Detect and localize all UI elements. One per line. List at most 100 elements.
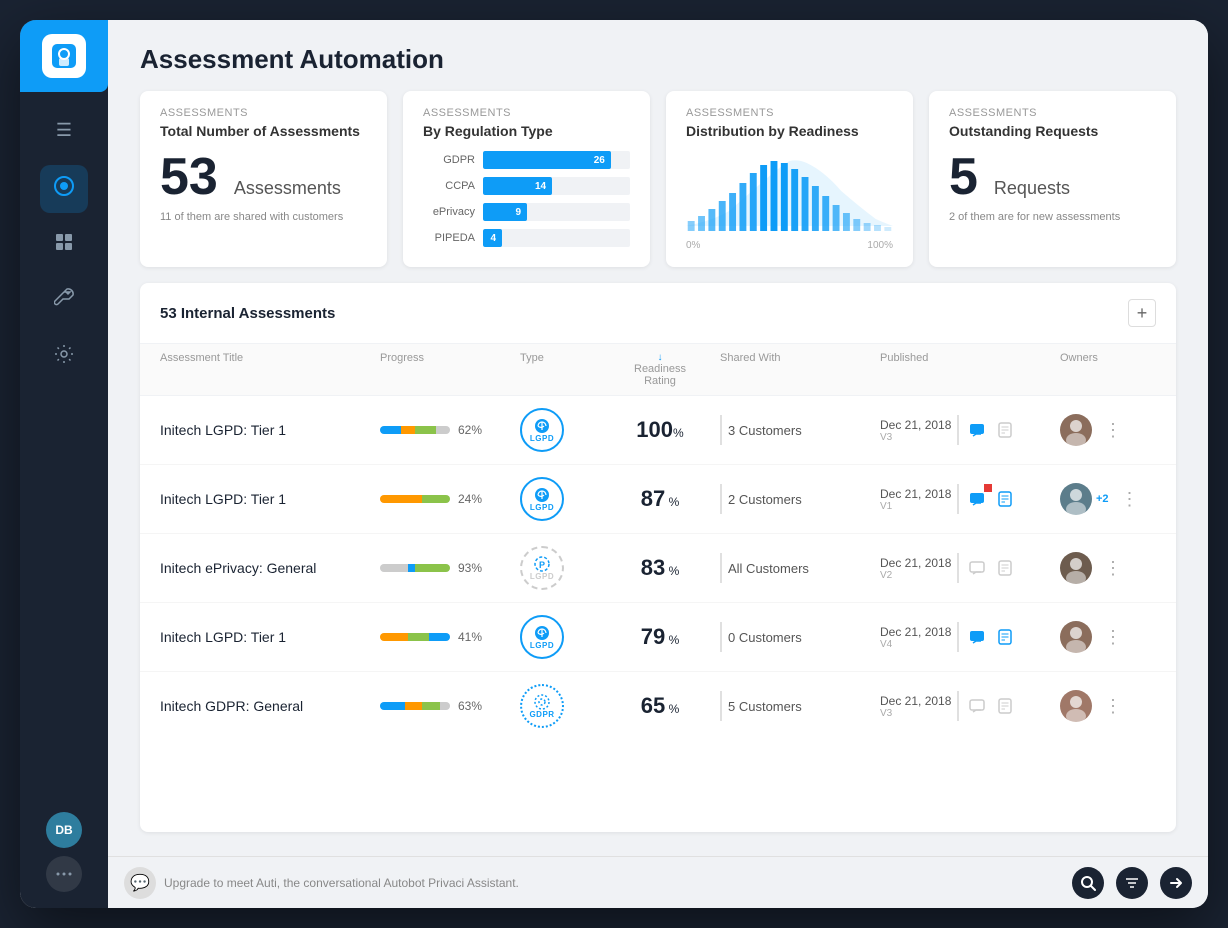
doc-icon-2[interactable] <box>993 487 1017 511</box>
row-4-readiness: 79 % <box>600 624 720 650</box>
user-avatar[interactable]: DB <box>46 812 82 848</box>
row-4-owners: ⋮ <box>1060 621 1176 653</box>
row-3-progress: 93% <box>380 561 520 575</box>
row-2-title: Initech LGPD: Tier 1 <box>160 491 380 507</box>
doc-icon-5[interactable] <box>993 694 1017 718</box>
row-2-menu[interactable]: ⋮ <box>1113 485 1147 514</box>
row-5-readiness: 65 % <box>600 693 720 719</box>
top-bar: Assessment Automation <box>108 20 1208 91</box>
chat-icon-3[interactable] <box>965 556 989 580</box>
total-sub: 11 of them are shared with customers <box>160 211 367 223</box>
col-readiness: ↓ Readiness Rating <box>600 352 720 387</box>
stat-title-total: Total Number of Assessments <box>160 123 367 139</box>
row-4-progress: 41% <box>380 630 520 644</box>
stat-title-reg: By Regulation Type <box>423 123 630 139</box>
settings-icon <box>54 344 74 370</box>
row-3-published: Dec 21, 2018 V2 <box>880 553 1060 583</box>
total-unit: Assessments <box>234 178 341 199</box>
bar-gdpr: GDPR 26 <box>423 151 630 169</box>
logo-icon <box>42 34 86 78</box>
row-2-shared: 2 Customers <box>720 484 880 514</box>
row-2-type: LGPD <box>520 477 564 521</box>
col-shared-with: Shared With <box>720 352 880 387</box>
col-owners: Owners <box>1060 352 1176 387</box>
chat-icon-1[interactable] <box>965 418 989 442</box>
stat-label-reg: Assessments <box>423 107 630 119</box>
chat-text: Upgrade to meet Auti, the conversational… <box>164 876 1064 890</box>
row-5-owners: ⋮ <box>1060 690 1176 722</box>
owner-avatar-5 <box>1060 690 1092 722</box>
chat-icon-2[interactable] <box>965 487 989 511</box>
bar-eprivacy: ePrivacy 9 <box>423 203 630 221</box>
tools-icon <box>54 288 74 314</box>
col-progress: Progress <box>380 352 520 387</box>
page-title: Assessment Automation <box>140 44 1176 75</box>
dist-axis: 0% 100% <box>686 240 893 251</box>
row-5-shared: 5 Customers <box>720 691 880 721</box>
row-3-pct: 93% <box>458 561 482 575</box>
row-2-readiness: 87 % <box>600 486 720 512</box>
stat-card-distribution: Assessments Distribution by Readiness <box>666 91 913 267</box>
bar-ccpa: CCPA 14 <box>423 177 630 195</box>
row-2-published: Dec 21, 2018 V1 <box>880 484 1060 514</box>
add-assessment-button[interactable]: + <box>1128 299 1156 327</box>
owner-avatar-3 <box>1060 552 1092 584</box>
row-5-pct: 63% <box>458 699 482 713</box>
chat-bubble-icon: 💬 <box>124 867 156 899</box>
row-4-menu[interactable]: ⋮ <box>1096 623 1130 652</box>
sidebar-item-settings[interactable] <box>40 333 88 381</box>
stat-label-total: Assessments <box>160 107 367 119</box>
owner-extra-2: +2 <box>1096 493 1109 505</box>
more-options-button[interactable] <box>46 856 82 892</box>
sidebar: ☰ <box>20 20 108 908</box>
row-5-menu[interactable]: ⋮ <box>1096 692 1130 721</box>
privacy-icon <box>53 175 75 203</box>
chat-icon-5[interactable] <box>965 694 989 718</box>
stat-card-regulation: Assessments By Regulation Type GDPR 26 C… <box>403 91 650 267</box>
row-5-type: GDPR <box>520 684 564 728</box>
row-3-menu[interactable]: ⋮ <box>1096 554 1130 583</box>
sidebar-bottom: DB <box>46 812 82 908</box>
bar-pipeda: PIPEDA 4 <box>423 229 630 247</box>
sidebar-item-tools[interactable] <box>40 277 88 325</box>
outstanding-count: 5 <box>949 151 978 203</box>
stat-label-dist: Assessments <box>686 107 893 119</box>
row-3-shared: All Customers <box>720 553 880 583</box>
table-row: Initech ePrivacy: General 93% P <box>140 534 1176 603</box>
col-published: Published <box>880 352 1060 387</box>
stat-title-dist: Distribution by Readiness <box>686 123 893 139</box>
bottom-bar: 💬 Upgrade to meet Auti, the conversation… <box>108 856 1208 908</box>
sidebar-item-grid[interactable] <box>40 221 88 269</box>
row-3-readiness: 83 % <box>600 555 720 581</box>
doc-icon-3[interactable] <box>993 556 1017 580</box>
menu-button[interactable]: ☰ <box>48 112 80 149</box>
search-button[interactable] <box>1072 867 1104 899</box>
row-4-published: Dec 21, 2018 V4 <box>880 622 1060 652</box>
row-1-type: LGPD <box>520 408 564 452</box>
row-1-published: Dec 21, 2018 V3 <box>880 415 1060 445</box>
doc-icon-4[interactable] <box>993 625 1017 649</box>
table-row: Initech LGPD: Tier 1 62% <box>140 396 1176 465</box>
stat-label-out: Assessments <box>949 107 1156 119</box>
stat-title-out: Outstanding Requests <box>949 123 1156 139</box>
owner-avatar-4 <box>1060 621 1092 653</box>
logo[interactable] <box>20 20 108 92</box>
grid-icon <box>54 232 74 258</box>
table-row: Initech LGPD: Tier 1 41% <box>140 603 1176 672</box>
sidebar-item-privacy[interactable] <box>40 165 88 213</box>
row-4-shared: 0 Customers <box>720 622 880 652</box>
table-body: Initech LGPD: Tier 1 62% <box>140 396 1176 832</box>
row-3-title: Initech ePrivacy: General <box>160 560 380 576</box>
doc-icon-1[interactable] <box>993 418 1017 442</box>
chat-icon-4[interactable] <box>965 625 989 649</box>
svg-text:P: P <box>539 560 545 570</box>
total-count: 53 <box>160 151 218 203</box>
row-3-type: P LGPD <box>520 546 564 590</box>
row-1-shared: 3 Customers <box>720 415 880 445</box>
row-5-title: Initech GDPR: General <box>160 698 380 714</box>
filter-button[interactable] <box>1116 867 1148 899</box>
forward-button[interactable] <box>1160 867 1192 899</box>
row-1-menu[interactable]: ⋮ <box>1096 416 1130 445</box>
row-1-title: Initech LGPD: Tier 1 <box>160 422 380 438</box>
main-content: Assessment Automation Assessments Total … <box>108 20 1208 908</box>
